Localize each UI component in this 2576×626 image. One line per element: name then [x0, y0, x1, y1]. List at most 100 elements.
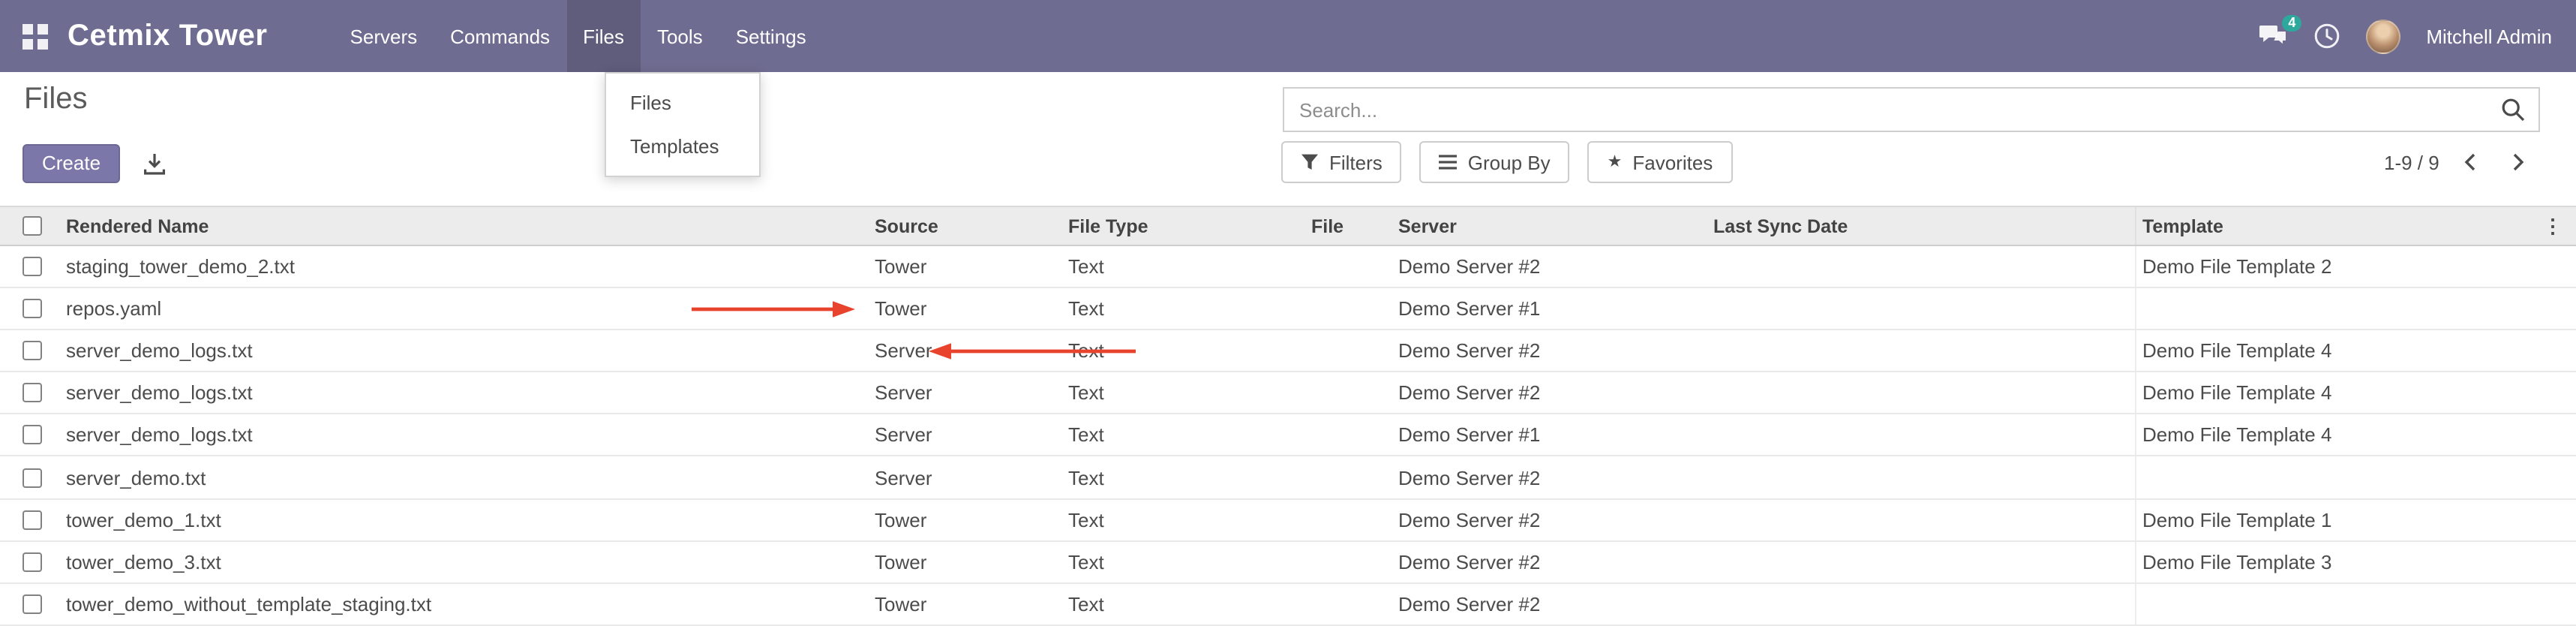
row-select-cell [0, 257, 60, 276]
cell-template [2135, 584, 2529, 624]
cell-template: Demo File Template 2 [2135, 246, 2529, 287]
messages-count-badge: 4 [2282, 14, 2301, 31]
row-select-cell [0, 510, 60, 529]
cell-source: Tower [869, 255, 1062, 278]
cell-rendered-name: server_demo.txt [60, 466, 869, 489]
row-checkbox[interactable] [23, 257, 42, 276]
cell-source: Tower [869, 593, 1062, 615]
cell-file-type: Text [1062, 339, 1305, 362]
column-header-file[interactable]: File [1305, 215, 1392, 236]
filters-button[interactable]: Filters [1281, 141, 1402, 183]
column-header-template[interactable]: Template [2135, 207, 2529, 245]
table-row[interactable]: server_demo_logs.txt Server Text Demo Se… [0, 373, 2576, 415]
messages-icon[interactable]: 4 [2258, 23, 2288, 49]
cell-rendered-name: staging_tower_demo_2.txt [60, 255, 869, 278]
search-option-buttons: Filters Group By ★ Favorites [1281, 141, 1732, 183]
column-header-file-type[interactable]: File Type [1062, 215, 1305, 236]
filter-funnel-icon [1301, 153, 1319, 171]
cell-template: Demo File Template 4 [2135, 415, 2529, 456]
cell-template: Demo File Template 3 [2135, 541, 2529, 582]
table-row[interactable]: server_demo_logs.txt Server Text Demo Se… [0, 415, 2576, 457]
create-button[interactable]: Create [23, 144, 120, 183]
table-row[interactable]: server_demo_logs.txt Server Text Demo Se… [0, 330, 2576, 372]
cell-server: Demo Server #2 [1392, 593, 1707, 615]
table-body: staging_tower_demo_2.txt Tower Text Demo… [0, 246, 2576, 626]
cell-template: Demo File Template 4 [2135, 373, 2529, 414]
dropdown-item-templates[interactable]: Templates [606, 125, 759, 168]
row-checkbox[interactable] [23, 341, 42, 360]
row-select-cell [0, 384, 60, 403]
group-by-button[interactable]: Group By [1420, 141, 1570, 183]
column-header-rendered-name[interactable]: Rendered Name [60, 215, 869, 236]
row-checkbox[interactable] [23, 426, 42, 445]
group-by-bars-icon [1440, 153, 1458, 171]
table-row[interactable]: tower_demo_1.txt Tower Text Demo Server … [0, 499, 2576, 541]
cell-file-type: Text [1062, 550, 1305, 573]
table-row[interactable]: tower_demo_without_template_staging.txt … [0, 584, 2576, 626]
search-icon[interactable] [2501, 98, 2525, 122]
page-title: Files [24, 83, 87, 117]
nav-item-settings[interactable]: Settings [719, 0, 823, 72]
user-name[interactable]: Mitchell Admin [2426, 25, 2552, 47]
pager: 1-9 / 9 [2384, 141, 2535, 183]
topbar-spacer [823, 0, 2259, 72]
search-input[interactable] [1284, 98, 2501, 121]
cell-source: Server [869, 382, 1062, 405]
cell-rendered-name: tower_demo_1.txt [60, 508, 869, 531]
row-checkbox[interactable] [23, 299, 42, 318]
row-checkbox[interactable] [23, 594, 42, 614]
row-checkbox[interactable] [23, 468, 42, 487]
favorites-label: Favorites [1632, 151, 1713, 173]
nav-item-servers[interactable]: Servers [334, 0, 434, 72]
pager-value[interactable]: 1-9 / 9 [2384, 151, 2439, 173]
favorites-button[interactable]: ★ Favorites [1588, 141, 1733, 183]
table-header-row: Rendered Name Source File Type File Serv… [0, 206, 2576, 246]
column-header-last-sync-date[interactable]: Last Sync Date [1707, 215, 2135, 236]
nav-item-files[interactable]: Files [566, 0, 641, 72]
cell-server: Demo Server #1 [1392, 297, 1707, 320]
pager-previous-button[interactable] [2453, 149, 2487, 176]
table-row[interactable]: repos.yaml Tower Text Demo Server #1 [0, 288, 2576, 330]
chevron-right-icon [2511, 152, 2525, 173]
files-menu-dropdown: Files Templates [605, 72, 761, 177]
top-nav: Servers Commands Files Tools Settings [334, 0, 823, 72]
cell-rendered-name: server_demo_logs.txt [60, 424, 869, 447]
cell-rendered-name: tower_demo_without_template_staging.txt [60, 593, 869, 615]
filters-label: Filters [1329, 151, 1383, 173]
action-buttons: Create [23, 144, 167, 183]
row-checkbox[interactable] [23, 510, 42, 529]
cell-source: Tower [869, 508, 1062, 531]
apps-menu-icon[interactable] [0, 0, 48, 72]
table-row[interactable]: staging_tower_demo_2.txt Tower Text Demo… [0, 246, 2576, 288]
cell-server: Demo Server #2 [1392, 255, 1707, 278]
row-select-cell [0, 552, 60, 571]
top-bar: Cetmix Tower Servers Commands Files Tool… [0, 0, 2576, 72]
topbar-right: 4 Mitchell Admin [2258, 0, 2576, 72]
activity-clock-icon[interactable] [2313, 23, 2340, 50]
user-menu[interactable] [2366, 19, 2400, 53]
cell-rendered-name: server_demo_logs.txt [60, 339, 869, 362]
dropdown-item-files[interactable]: Files [606, 81, 759, 125]
select-all-checkbox[interactable] [23, 216, 42, 236]
cell-file-type: Text [1062, 508, 1305, 531]
pager-next-button[interactable] [2501, 149, 2535, 176]
row-checkbox[interactable] [23, 552, 42, 571]
column-header-server[interactable]: Server [1392, 215, 1707, 236]
column-options-icon[interactable]: ⋮ [2543, 215, 2562, 237]
chevron-left-icon [2463, 152, 2477, 173]
column-header-source[interactable]: Source [869, 215, 1062, 236]
page-root: Cetmix Tower Servers Commands Files Tool… [0, 0, 2576, 626]
optional-columns-cell: ⋮ [2529, 206, 2576, 246]
table-row[interactable]: tower_demo_3.txt Tower Text Demo Server … [0, 541, 2576, 583]
cell-rendered-name: tower_demo_3.txt [60, 550, 869, 573]
cell-template: Demo File Template 1 [2135, 499, 2529, 540]
nav-item-tools[interactable]: Tools [641, 0, 719, 72]
cell-file-type: Text [1062, 382, 1305, 405]
row-checkbox[interactable] [23, 384, 42, 403]
clock-icon [2313, 23, 2340, 50]
cell-file-type: Text [1062, 424, 1305, 447]
export-button[interactable] [143, 152, 167, 176]
nav-item-commands[interactable]: Commands [434, 0, 566, 72]
table-row[interactable]: server_demo.txt Server Text Demo Server … [0, 457, 2576, 499]
grid-icon [23, 23, 48, 49]
